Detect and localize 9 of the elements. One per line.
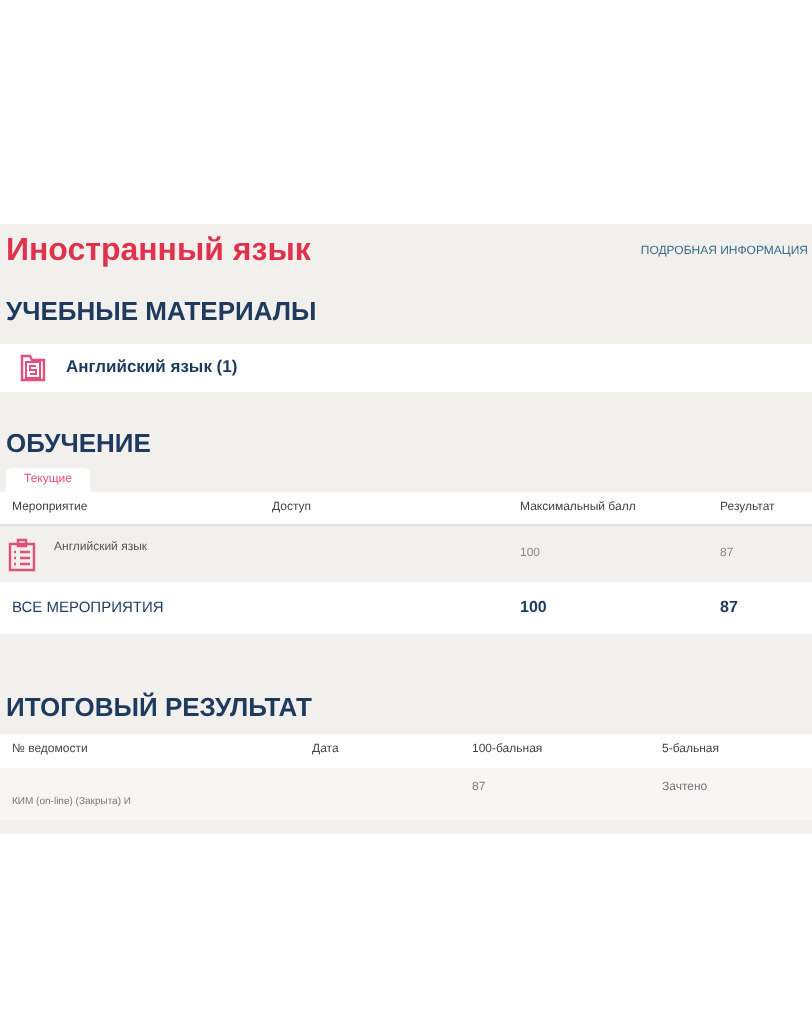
clipboard-icon (8, 537, 36, 571)
section-heading: УЧЕБНЫЕ МАТЕРИАЛЫ (4, 294, 319, 330)
section-heading: ИТОГОВЫЙ РЕЗУЛЬТАТ (4, 690, 314, 726)
total-cell-text: 87 (720, 596, 740, 620)
total-cell-text: 100 (520, 596, 549, 620)
section-heading: ОБУЧЕНИЕ (4, 425, 153, 461)
folder-icon (20, 353, 46, 381)
page-title: Иностранный язык (6, 232, 311, 272)
material-link[interactable]: Английский язык (1) (66, 354, 238, 380)
